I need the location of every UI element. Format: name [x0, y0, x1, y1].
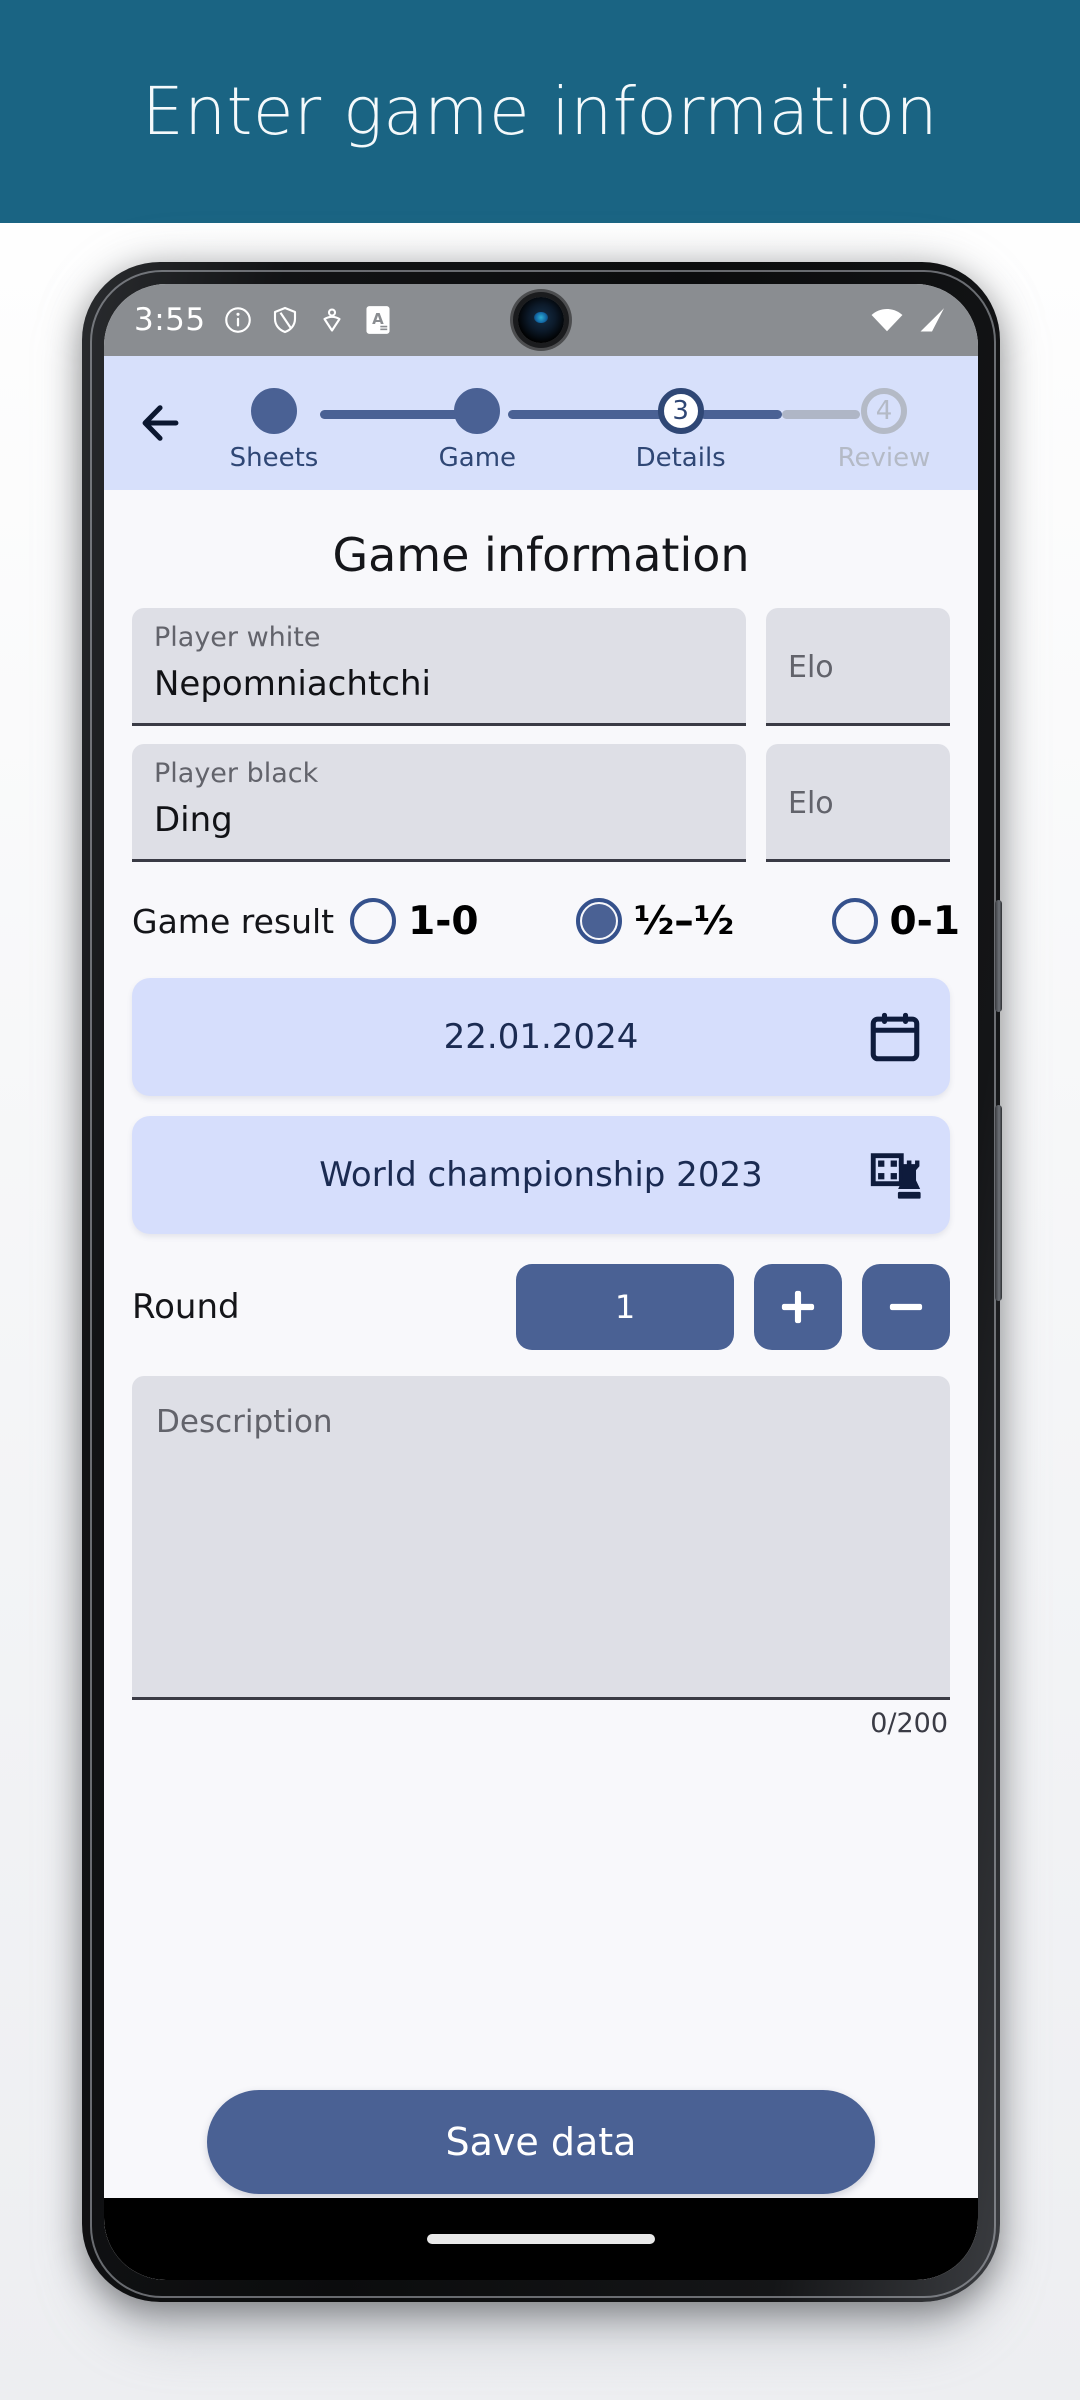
radio-label-black-win: 0-1 — [889, 898, 960, 944]
player-black-label: Player black — [154, 758, 319, 789]
radio-dot — [356, 904, 390, 938]
stepper-label-game: Game — [438, 442, 517, 473]
chessboard-rook-icon[interactable] — [866, 1146, 924, 1204]
shield-icon — [270, 305, 300, 335]
stepper-track: Sheets Game 3 Details 4 Review — [208, 374, 956, 473]
tournament-picker-field[interactable]: World championship 2023 — [132, 1116, 950, 1234]
screenshot-root: Enter game information 3:55 A Sheets Gam… — [0, 0, 1080, 2400]
radio-draw[interactable] — [575, 898, 622, 944]
android-navigation-bar — [104, 2198, 978, 2280]
stepper-step-sheets[interactable]: Sheets — [208, 387, 340, 473]
stepper-node-4: 4 — [860, 387, 907, 434]
front-camera — [518, 297, 564, 343]
cellular-signal-icon — [916, 305, 948, 335]
radio-option-white-win[interactable]: 1-0 — [350, 898, 479, 944]
player-white-value: Nepomniachtchi — [154, 664, 431, 705]
game-result-row: Game result 1-0 ½–½ 0-1 — [104, 880, 978, 958]
page-title: Game information — [332, 528, 750, 582]
round-decrement-button[interactable] — [862, 1264, 950, 1350]
game-result-radio-group: 1-0 ½–½ 0-1 — [350, 898, 960, 944]
description-char-counter: 0/200 — [870, 1708, 948, 1739]
elo-black-placeholder: Elo — [788, 785, 834, 821]
wifi-icon — [870, 305, 904, 335]
android-status-bar: 3:55 A — [104, 284, 978, 356]
description-placeholder: Description — [156, 1404, 333, 1440]
player-black-field[interactable]: Player black Ding — [132, 744, 746, 862]
stepper-node-3: 3 — [657, 387, 704, 434]
radio-label-draw: ½–½ — [633, 898, 735, 944]
elo-black-field[interactable]: Elo — [766, 744, 950, 862]
banner-title: Enter game information — [142, 73, 938, 150]
save-button-container: Save data — [104, 2090, 978, 2194]
form-content: Game information Player white Nepomniach… — [104, 490, 978, 2280]
svg-text:A: A — [372, 310, 384, 328]
status-bar-right — [870, 305, 948, 335]
stepper-label-details: Details — [635, 442, 726, 473]
radio-option-black-win[interactable]: 0-1 — [831, 898, 960, 944]
stepper-label-sheets: Sheets — [229, 442, 319, 473]
game-result-label: Game result — [132, 901, 335, 941]
power-button[interactable] — [995, 1105, 1002, 1301]
info-icon — [223, 305, 253, 335]
status-bar-left: 3:55 A — [134, 302, 392, 338]
round-increment-button[interactable] — [754, 1264, 842, 1350]
radio-option-draw[interactable]: ½–½ — [575, 898, 735, 944]
person-location-icon — [317, 305, 347, 335]
round-label: Round — [132, 1287, 240, 1327]
stepper-node-2 — [454, 387, 501, 434]
marketing-banner: Enter game information — [0, 0, 1080, 223]
round-value-input[interactable]: 1 — [516, 1264, 734, 1350]
radio-white-win[interactable] — [350, 898, 397, 944]
volume-button[interactable] — [995, 900, 1002, 1012]
elo-white-placeholder: Elo — [788, 649, 834, 685]
round-row: Round 1 — [104, 1234, 978, 1350]
status-clock: 3:55 — [134, 302, 206, 338]
description-textarea[interactable]: Description — [132, 1376, 950, 1700]
radio-label-white-win: 1-0 — [408, 898, 479, 944]
stepper-label-review: Review — [837, 442, 931, 473]
calendar-icon[interactable] — [866, 1008, 924, 1066]
stepper-node-1 — [251, 387, 297, 434]
player-white-field[interactable]: Player white Nepomniachtchi — [132, 608, 746, 726]
player-black-row: Player black Ding Elo — [104, 744, 978, 862]
date-picker-field[interactable]: 22.01.2024 — [132, 978, 950, 1096]
save-data-button[interactable]: Save data — [207, 2090, 875, 2194]
app-badge-a-icon: A — [364, 305, 392, 335]
phone-screen: 3:55 A Sheets Game 3 Details 4 Review Ga… — [104, 284, 978, 2280]
wizard-stepper-header: Sheets Game 3 Details 4 Review — [104, 356, 978, 490]
back-button[interactable] — [132, 388, 202, 458]
player-white-row: Player white Nepomniachtchi Elo — [104, 608, 978, 726]
stepper-step-review[interactable]: 4 Review — [818, 387, 950, 473]
plus-icon — [781, 1290, 815, 1324]
back-arrow-icon — [142, 405, 179, 441]
stepper-step-game[interactable]: Game — [411, 387, 543, 473]
stepper-step-details[interactable]: 3 Details — [615, 387, 747, 473]
player-white-label: Player white — [154, 622, 321, 653]
radio-black-win[interactable] — [831, 898, 878, 944]
radio-dot-selected — [581, 904, 616, 938]
elo-white-field[interactable]: Elo — [766, 608, 950, 726]
tournament-value: World championship 2023 — [319, 1155, 763, 1195]
radio-dot — [838, 904, 872, 938]
home-indicator[interactable] — [427, 2234, 655, 2244]
minus-icon — [889, 1303, 923, 1311]
date-value: 22.01.2024 — [443, 1017, 639, 1057]
player-black-value: Ding — [154, 800, 233, 841]
camera-lens-glint — [533, 311, 548, 323]
